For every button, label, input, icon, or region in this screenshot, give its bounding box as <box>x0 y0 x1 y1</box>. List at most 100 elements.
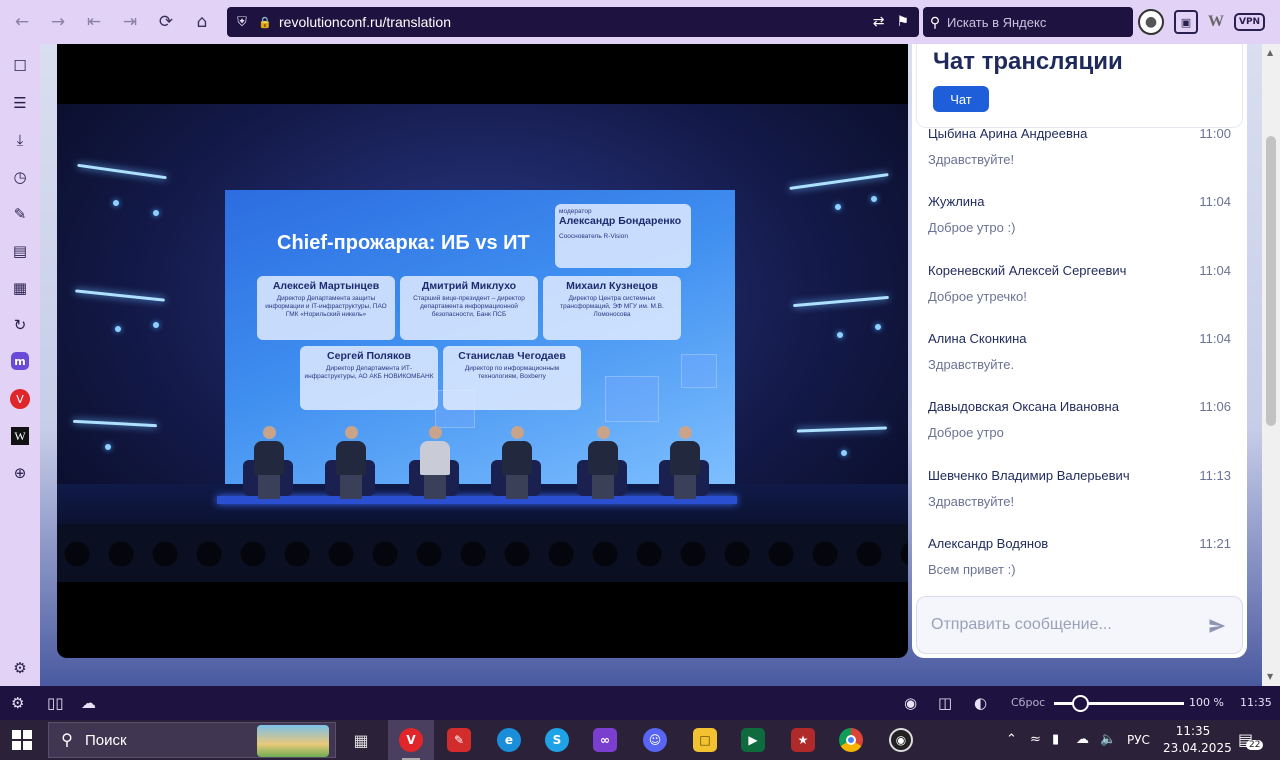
taskbar-search[interactable]: ⚲ Поиск <box>48 722 336 758</box>
scroll-down-icon[interactable]: ▼ <box>1267 672 1273 681</box>
taskbar-vivaldi-icon[interactable]: V <box>388 720 434 760</box>
taskbar-explorer-icon[interactable]: □ <box>682 720 728 760</box>
taskbar-edge-icon[interactable]: e <box>486 720 532 760</box>
battery-icon[interactable]: ▮ <box>1052 732 1059 747</box>
taskbar-search-label: Поиск <box>85 731 127 749</box>
stack-icon[interactable]: ▤ <box>7 238 33 264</box>
notes-icon[interactable]: ✎ <box>7 201 33 227</box>
vivaldi-icon[interactable]: V <box>10 389 30 409</box>
moderator-role: Сооснователь R-Vision <box>559 233 628 240</box>
speaker-name: Сергей Поляков <box>327 350 411 362</box>
chat-header: Чат трансляции Чат <box>916 44 1243 128</box>
volume-icon[interactable]: 🔈 <box>1100 732 1116 747</box>
message-input[interactable] <box>931 611 1191 639</box>
message-time: 11:04 <box>1199 331 1231 346</box>
back-icon[interactable]: ← <box>4 0 40 44</box>
mastodon-icon[interactable]: m <box>11 352 29 370</box>
panelist-figure <box>585 426 621 502</box>
vpn-button[interactable]: VPN <box>1234 13 1266 31</box>
first-page-icon[interactable]: ⇤ <box>76 0 112 44</box>
stage-scene: Chief-прожарка: ИБ vs ИТ модератор Алекс… <box>57 104 908 582</box>
windows-start-icon[interactable] <box>12 730 32 750</box>
reset-zoom-button[interactable]: Сброс <box>1011 696 1045 709</box>
taskbar-obs-icon[interactable]: ◉ <box>878 720 924 760</box>
speaker-card: Михаил Кузнецов Директор Центра системны… <box>543 276 681 340</box>
sync-icon[interactable]: ↻ <box>7 312 33 338</box>
send-icon[interactable] <box>1208 617 1226 635</box>
w-extension-icon[interactable]: W <box>1208 13 1224 31</box>
history-icon[interactable]: ◷ <box>7 164 33 190</box>
chat-messages[interactable]: Цыбина Арина Андреевна 11:00 Здравствуйт… <box>912 122 1247 584</box>
wikipedia-icon[interactable]: W <box>11 427 29 445</box>
slide-title: Chief-прожарка: ИБ vs ИТ <box>277 232 530 254</box>
tab-chat[interactable]: Чат <box>933 86 989 112</box>
zoom-slider-handle[interactable] <box>1072 695 1089 712</box>
task-view-icon[interactable]: ▦ <box>338 720 384 760</box>
input-language[interactable]: РУС <box>1127 733 1150 747</box>
light-bar <box>77 163 167 180</box>
stage-spotlight <box>837 332 843 338</box>
add-panel-icon[interactable]: ⊕ <box>7 460 33 486</box>
scroll-up-icon[interactable]: ▲ <box>1267 48 1273 57</box>
translate-icon[interactable]: ⇄ <box>873 14 885 30</box>
toolbar-right: ● ▣ W VPN <box>1138 0 1266 44</box>
wifi-icon[interactable]: ≈ <box>1030 732 1041 747</box>
decor-cube <box>605 376 659 422</box>
taskbar-chrome-icon[interactable] <box>828 720 874 760</box>
video-player[interactable]: Chief-прожарка: ИБ vs ИТ модератор Алекс… <box>57 44 908 658</box>
message-time: 11:06 <box>1199 399 1231 414</box>
message-text: Доброе утречко! <box>928 289 1027 304</box>
taskbar-pdf-icon[interactable]: ✎ <box>436 720 482 760</box>
gift-icon[interactable]: ▣ <box>1174 10 1198 34</box>
clock-time: 11:35 <box>1175 724 1211 738</box>
light-bar <box>793 295 889 308</box>
stage-spotlight <box>113 200 119 206</box>
cloud-sync-icon[interactable]: ☁ <box>81 694 96 712</box>
taskbar-discord-icon[interactable]: ☺ <box>632 720 678 760</box>
message-text: Доброе утро <box>928 425 1004 440</box>
message-author: Жужлина <box>928 194 985 209</box>
speaker-name: Дмитрий Миклухо <box>421 280 517 292</box>
reading-list-icon[interactable]: ☰ <box>7 90 33 116</box>
forward-icon[interactable]: → <box>40 0 76 44</box>
taskbar-visual-studio-icon[interactable]: ∞ <box>582 720 628 760</box>
settings-icon[interactable]: ⚙ <box>7 655 33 681</box>
downloads-icon[interactable]: ⤓ <box>7 127 33 153</box>
bookmarks-icon[interactable]: ☐ <box>7 53 33 79</box>
page-scrollbar[interactable]: ▲ ▼ <box>1262 44 1280 686</box>
tray-chevron-icon[interactable]: ⌃ <box>1006 732 1017 747</box>
search-icon: ⚲ <box>929 13 941 30</box>
message-input-box[interactable] <box>916 596 1243 654</box>
search-input[interactable]: ⚲ Искать в Яндекс <box>923 7 1133 37</box>
bookmark-icon[interactable]: ⚑ <box>896 14 909 30</box>
last-page-icon[interactable]: ⇥ <box>112 0 148 44</box>
taskbar-app-icon[interactable]: ★ <box>780 720 826 760</box>
message-time: 11:04 <box>1199 194 1231 209</box>
url-text[interactable]: revolutionconf.ru/translation <box>279 14 451 30</box>
taskbar-terminal-icon[interactable]: ▶ <box>730 720 776 760</box>
taskbar-skype-icon[interactable]: S <box>534 720 580 760</box>
profile-avatar-icon[interactable]: ● <box>1138 9 1164 35</box>
message-author: Александр Водянов <box>928 536 1049 551</box>
search-placeholder: Искать в Яндекс <box>947 14 1047 30</box>
tile-tabs-icon[interactable]: ◫ <box>938 694 952 712</box>
speaker-card: Алексей Мартынцев Директор Департамента … <box>257 276 395 340</box>
taskbar-clock[interactable]: 11:35 23.04.2025 <box>1163 723 1232 757</box>
shield-icon[interactable]: ⛨ <box>227 15 257 30</box>
message-author: Цыбина Арина Андреевна <box>928 126 1088 141</box>
home-icon[interactable]: ⌂ <box>184 0 220 44</box>
translate-panel-icon[interactable]: ▦ <box>7 275 33 301</box>
speaker-name: Станислав Чегодаев <box>458 350 566 362</box>
address-bar[interactable]: ⛨ 🔒 revolutionconf.ru/translation ⇄ ⚑ <box>227 7 919 37</box>
panel-toggle-icon[interactable]: ▯▯ <box>47 694 64 712</box>
browser-sidebar: ☐ ☰ ⤓ ◷ ✎ ▤ ▦ ↻ m V W ⊕ ⚙ <box>0 44 40 686</box>
reload-icon[interactable]: ⟳ <box>148 0 184 44</box>
capture-icon[interactable]: ◉ <box>904 694 917 712</box>
scrollbar-thumb[interactable] <box>1266 136 1276 426</box>
stage-spotlight <box>875 324 881 330</box>
stage-spotlight <box>871 196 877 202</box>
cloud-tray-icon[interactable]: ☁ <box>1076 732 1089 747</box>
settings-icon[interactable]: ⚙ <box>11 694 24 712</box>
panelist-figure <box>499 426 535 502</box>
page-actions-icon[interactable]: ◐ <box>974 694 987 712</box>
